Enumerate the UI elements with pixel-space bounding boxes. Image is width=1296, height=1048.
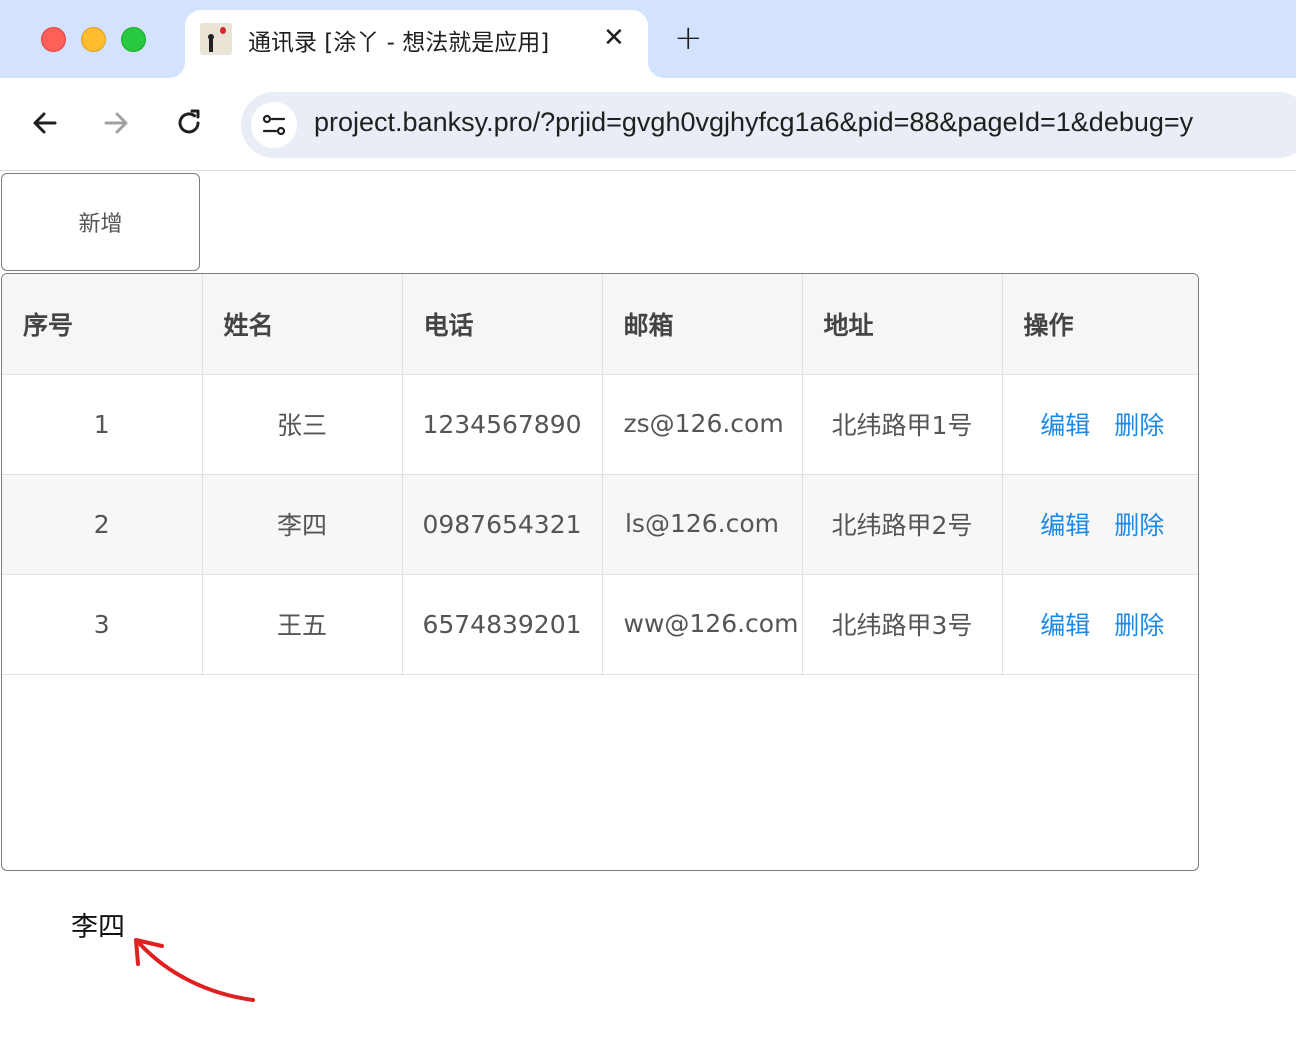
- cell-name: 张三: [201, 373, 403, 475]
- site-favicon-icon: [200, 23, 232, 55]
- cell-email: zs@126.com: [601, 373, 803, 475]
- delete-link[interactable]: 删除: [1114, 511, 1164, 540]
- column-header-address: 地址: [801, 274, 1003, 375]
- page-content: 新增 序号 姓名 电话 邮箱 地址 操作 1 张三 1234567890 zs@…: [0, 172, 1296, 1048]
- cell-actions: 编辑 删除: [1001, 473, 1198, 575]
- cell-phone: 6574839201: [401, 573, 603, 675]
- forward-arrow-icon[interactable]: [99, 106, 133, 140]
- contacts-table: 序号 姓名 电话 邮箱 地址 操作 1 张三 1234567890 zs@126…: [1, 273, 1199, 871]
- browser-toolbar: project.banksy.pro/?prjid=gvgh0vgjhyfcg1…: [0, 78, 1296, 171]
- add-contact-button[interactable]: 新增: [1, 173, 200, 271]
- cell-name: 李四: [201, 473, 403, 575]
- close-window-button[interactable]: [41, 27, 66, 52]
- cell-email: ls@126.com: [601, 473, 803, 575]
- cell-address: 北纬路甲3号: [801, 573, 1003, 675]
- table-row[interactable]: 3 王五 6574839201 ww@126.com 北纬路甲3号 编辑 删除: [2, 573, 1198, 675]
- minimize-window-button[interactable]: [81, 27, 106, 52]
- cell-index: 3: [2, 573, 203, 675]
- column-header-name: 姓名: [201, 274, 403, 375]
- annotation-arrow-icon: [134, 938, 255, 1002]
- address-bar[interactable]: project.banksy.pro/?prjid=gvgh0vgjhyfcg1…: [241, 92, 1296, 158]
- cell-name: 王五: [201, 573, 403, 675]
- cell-index: 2: [2, 473, 203, 575]
- table-row[interactable]: 2 李四 0987654321 ls@126.com 北纬路甲2号 编辑 删除: [2, 473, 1198, 575]
- delete-link[interactable]: 删除: [1114, 611, 1164, 640]
- column-header-phone: 电话: [401, 274, 603, 375]
- edit-link[interactable]: 编辑: [1040, 411, 1090, 440]
- maximize-window-button[interactable]: [121, 27, 146, 52]
- browser-tab[interactable]: 通讯录 [涂丫 - 想法就是应用] ✕: [185, 10, 648, 78]
- column-header-email: 邮箱: [601, 274, 803, 375]
- cell-address: 北纬路甲2号: [801, 473, 1003, 575]
- cell-phone: 0987654321: [401, 473, 603, 575]
- column-header-index: 序号: [2, 274, 203, 375]
- new-tab-button[interactable]: +: [674, 18, 703, 58]
- cell-actions: 编辑 删除: [1001, 373, 1198, 475]
- back-arrow-icon[interactable]: [28, 106, 62, 140]
- edit-link[interactable]: 编辑: [1040, 511, 1090, 540]
- browser-tab-bar: 通讯录 [涂丫 - 想法就是应用] ✕ +: [0, 0, 1296, 78]
- url-text: project.banksy.pro/?prjid=gvgh0vgjhyfcg1…: [314, 107, 1194, 137]
- selected-contact-name: 李四: [71, 912, 125, 943]
- cell-actions: 编辑 删除: [1001, 573, 1198, 675]
- edit-link[interactable]: 编辑: [1040, 611, 1090, 640]
- site-settings-icon[interactable]: [251, 102, 297, 148]
- tab-title: 通讯录 [涂丫 - 想法就是应用]: [248, 30, 550, 56]
- cell-address: 北纬路甲1号: [801, 373, 1003, 475]
- cell-phone: 1234567890: [401, 373, 603, 475]
- column-header-actions: 操作: [1001, 274, 1198, 375]
- cell-email: ww@126.com: [601, 573, 803, 675]
- cell-index: 1: [2, 373, 203, 475]
- reload-icon[interactable]: [172, 106, 206, 140]
- table-row[interactable]: 1 张三 1234567890 zs@126.com 北纬路甲1号 编辑 删除: [2, 373, 1198, 475]
- delete-link[interactable]: 删除: [1114, 411, 1164, 440]
- table-header-row: 序号 姓名 电话 邮箱 地址 操作: [2, 274, 1198, 375]
- tab-close-icon[interactable]: ✕: [603, 23, 625, 53]
